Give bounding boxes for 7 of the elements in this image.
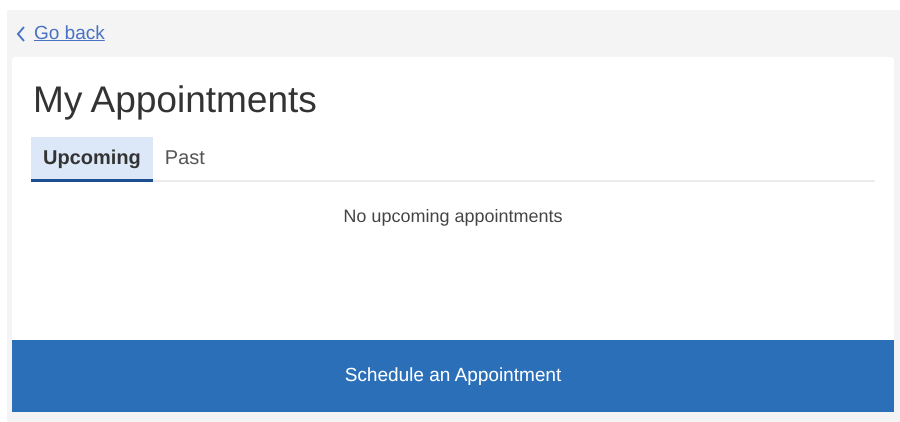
schedule-button[interactable]: Schedule an Appointment xyxy=(12,340,894,412)
empty-message: No upcoming appointments xyxy=(343,206,563,227)
go-back-link[interactable]: Go back xyxy=(34,22,105,44)
tab[interactable]: Past xyxy=(152,137,217,182)
chevron-left-icon xyxy=(16,26,26,42)
page-title: My Appointments xyxy=(33,79,317,121)
tab[interactable]: Upcoming xyxy=(31,137,153,182)
